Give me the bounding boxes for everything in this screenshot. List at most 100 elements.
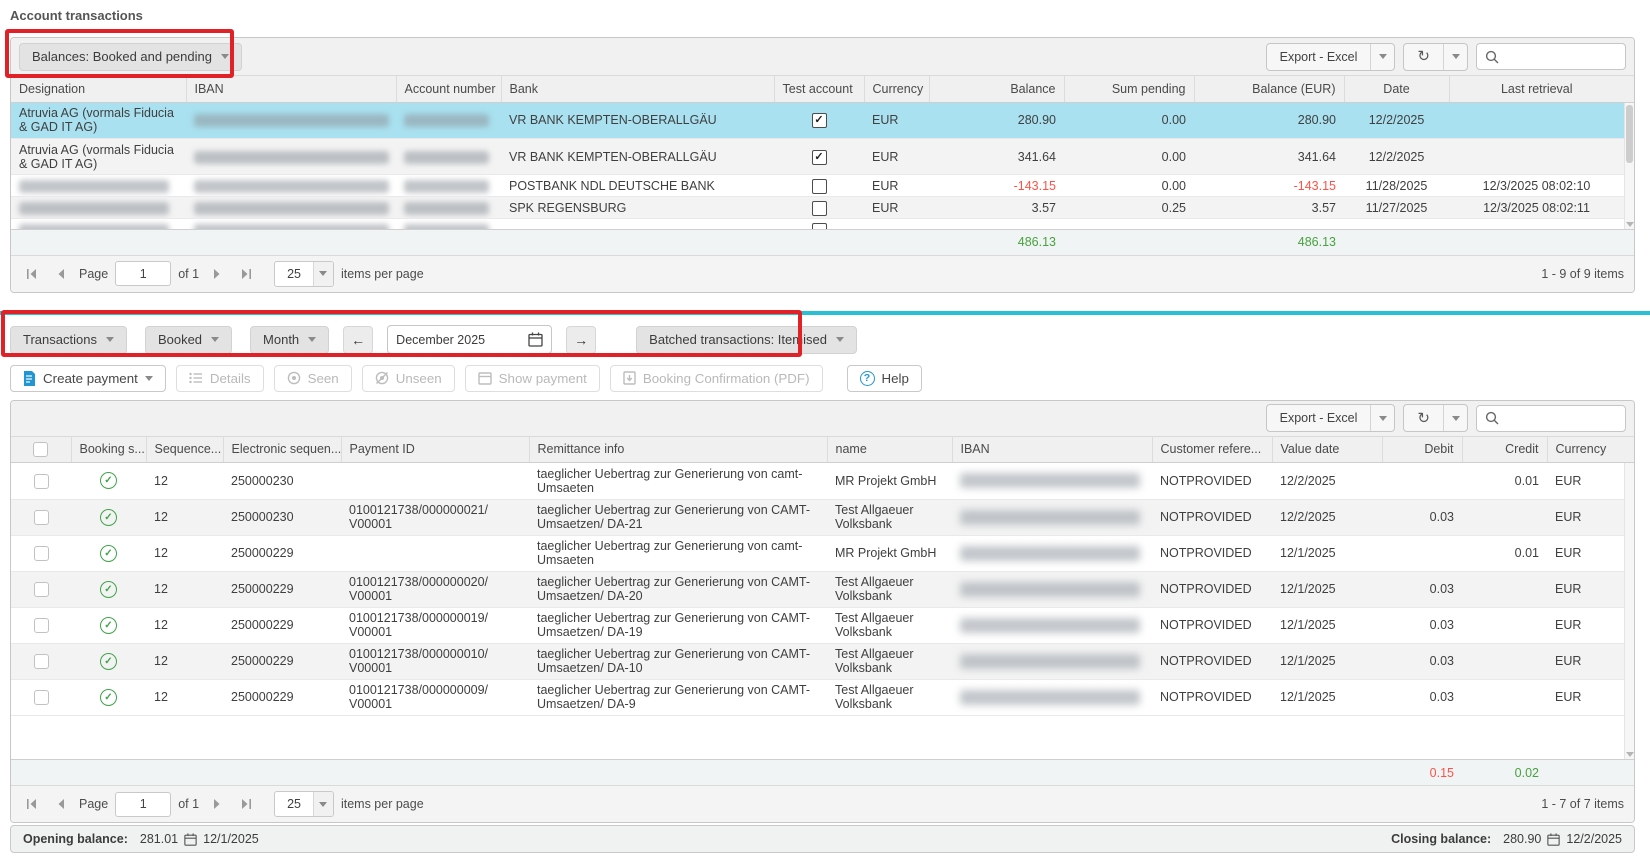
view-dropdown[interactable]: Transactions (10, 326, 127, 354)
page-number-input[interactable] (115, 792, 171, 817)
status-dropdown[interactable]: Booked (145, 326, 232, 354)
balance-row[interactable]: SPK REGENSBURG ✓ EUR 3.57 0.25 3.57 11/2… (11, 197, 1624, 219)
transaction-row[interactable]: ✓ ✓ 12 250000230 0100121738/000000021/ V… (11, 499, 1624, 535)
col-designation[interactable]: Designation (11, 76, 186, 102)
col-date[interactable]: Date (1344, 76, 1449, 102)
col-bank[interactable]: Bank (501, 76, 774, 102)
first-page-button[interactable] (21, 263, 43, 285)
col-iban[interactable]: IBAN (186, 76, 396, 102)
batch-view-dropdown[interactable]: Batched transactions: Itemised (636, 326, 857, 354)
next-page-button[interactable] (206, 793, 228, 815)
previous-page-button[interactable] (50, 793, 72, 815)
row-checkbox[interactable]: ✓ (34, 582, 49, 597)
col-value-date[interactable]: Value date (1272, 437, 1382, 463)
show-payment-button[interactable]: Show payment (465, 365, 600, 392)
vertical-scrollbar[interactable] (1624, 103, 1634, 229)
col-payment-id[interactable]: Payment ID (341, 437, 529, 463)
col-credit[interactable]: Credit (1462, 437, 1547, 463)
booked-status-icon: ✓ (100, 509, 117, 526)
test-account-checkbox[interactable]: ✓ (812, 179, 827, 194)
next-page-button[interactable] (206, 263, 228, 285)
booking-confirmation-button[interactable]: Booking Confirmation (PDF) (610, 365, 823, 392)
transactions-header: ✓ Booking s... Sequence... Electronic se… (11, 437, 1634, 464)
transactions-search-input[interactable] (1505, 410, 1617, 426)
page-number-input[interactable] (115, 261, 171, 286)
period-dropdown[interactable]: Month (250, 326, 329, 354)
calendar-icon[interactable] (528, 332, 543, 347)
row-checkbox[interactable]: ✓ (34, 510, 49, 525)
col-iban[interactable]: IBAN (952, 437, 1152, 463)
previous-page-button[interactable] (50, 263, 72, 285)
last-page-button[interactable] (235, 263, 257, 285)
transaction-row[interactable]: ✓ ✓ 12 250000229 0100121738/000000020/ V… (11, 571, 1624, 607)
customer-reference-cell: NOTPROVIDED (1152, 643, 1272, 679)
date-cell: 12/2/2025 (1344, 139, 1449, 175)
col-debit[interactable]: Debit (1382, 437, 1462, 463)
row-checkbox[interactable]: ✓ (34, 618, 49, 633)
details-button[interactable]: Details (176, 365, 264, 392)
col-sequence[interactable]: Sequence... (146, 437, 223, 463)
balances-search-input[interactable] (1505, 49, 1617, 65)
col-remittance-info[interactable]: Remittance info (529, 437, 827, 463)
col-test-account[interactable]: Test account (774, 76, 864, 102)
col-electronic-sequence[interactable]: Electronic sequen... (223, 437, 341, 463)
balance-row[interactable]: POSTBANK NDL DEUTSCHE BANK ✓ EUR -143.15… (11, 175, 1624, 197)
row-checkbox[interactable]: ✓ (34, 690, 49, 705)
unseen-button[interactable]: Unseen (362, 365, 455, 392)
name-cell: Test Allgaeuer Volksbank (835, 647, 914, 675)
export-options-button[interactable] (1370, 405, 1394, 431)
page-size-dropdown[interactable]: 25 (274, 791, 334, 817)
col-currency[interactable]: Currency (1547, 437, 1624, 463)
electronic-sequence-cell: 250000229 (223, 679, 341, 715)
test-account-checkbox[interactable]: ✓ (812, 223, 827, 229)
seen-button[interactable]: Seen (274, 365, 352, 392)
transaction-row[interactable]: ✓ ✓ 12 250000230 taeglicher Uebertrag zu… (11, 463, 1624, 499)
page-size-dropdown[interactable]: 25 (274, 261, 334, 287)
export-excel-button[interactable]: Export - Excel (1267, 405, 1371, 431)
next-period-button[interactable]: → (566, 326, 596, 354)
col-booking-status[interactable]: Booking s... (71, 437, 146, 463)
col-balance-eur[interactable]: Balance (EUR) (1194, 76, 1344, 102)
currency-cell: EUR (1547, 643, 1624, 679)
export-excel-button[interactable]: Export - Excel (1267, 44, 1371, 70)
refresh-options-button[interactable] (1443, 44, 1467, 70)
balance-row-partial[interactable]: ✓ (11, 219, 1624, 229)
refresh-options-button[interactable] (1443, 405, 1467, 431)
row-checkbox[interactable]: ✓ (34, 654, 49, 669)
col-balance[interactable]: Balance (929, 76, 1064, 102)
test-account-checkbox[interactable]: ✓ (812, 150, 827, 165)
scrollbar-down-arrow-icon[interactable] (1626, 222, 1634, 227)
transaction-row[interactable]: ✓ ✓ 12 250000229 0100121738/000000019/ V… (11, 607, 1624, 643)
col-account-number[interactable]: Account number (396, 76, 501, 102)
transaction-row[interactable]: ✓ ✓ 12 250000229 0100121738/000000010/ V… (11, 643, 1624, 679)
transaction-row[interactable]: ✓ ✓ 12 250000229 0100121738/000000009/ V… (11, 679, 1624, 715)
scrollbar-thumb[interactable] (1626, 105, 1633, 163)
col-last-retrieval[interactable]: Last retrieval (1449, 76, 1624, 102)
previous-period-button[interactable]: ← (343, 326, 373, 354)
balance-row[interactable]: Atruvia AG (vormals Fiducia & GAD IT AG)… (11, 103, 1624, 139)
row-checkbox[interactable]: ✓ (34, 546, 49, 561)
col-name[interactable]: name (827, 437, 952, 463)
last-page-button[interactable] (235, 793, 257, 815)
refresh-button[interactable]: ↻ (1404, 405, 1443, 431)
refresh-button[interactable]: ↻ (1404, 44, 1443, 70)
help-button[interactable]: ? Help (847, 365, 922, 392)
col-currency[interactable]: Currency (864, 76, 929, 102)
export-options-button[interactable] (1370, 44, 1394, 70)
col-sum-pending[interactable]: Sum pending (1064, 76, 1194, 102)
date-picker[interactable]: December 2025 (387, 325, 552, 354)
col-customer-reference[interactable]: Customer refere... (1152, 437, 1272, 463)
first-page-button[interactable] (21, 793, 43, 815)
transaction-row[interactable]: ✓ ✓ 12 250000229 taeglicher Uebertrag zu… (11, 535, 1624, 571)
select-all-checkbox[interactable]: ✓ (33, 442, 48, 457)
test-account-checkbox[interactable]: ✓ (812, 201, 827, 216)
vertical-scrollbar[interactable] (1624, 463, 1634, 759)
balance-row[interactable]: Atruvia AG (vormals Fiducia & GAD IT AG)… (11, 139, 1624, 175)
balances-header: Designation IBAN Account number Bank Tes… (11, 76, 1634, 103)
balances-filter-dropdown[interactable]: Balances: Booked and pending (19, 43, 242, 71)
test-account-checkbox[interactable]: ✓ (812, 113, 827, 128)
create-payment-button[interactable]: Create payment (10, 365, 166, 392)
scrollbar-down-arrow-icon[interactable] (1626, 752, 1634, 757)
row-checkbox[interactable]: ✓ (34, 474, 49, 489)
page-label: Page (79, 797, 108, 811)
